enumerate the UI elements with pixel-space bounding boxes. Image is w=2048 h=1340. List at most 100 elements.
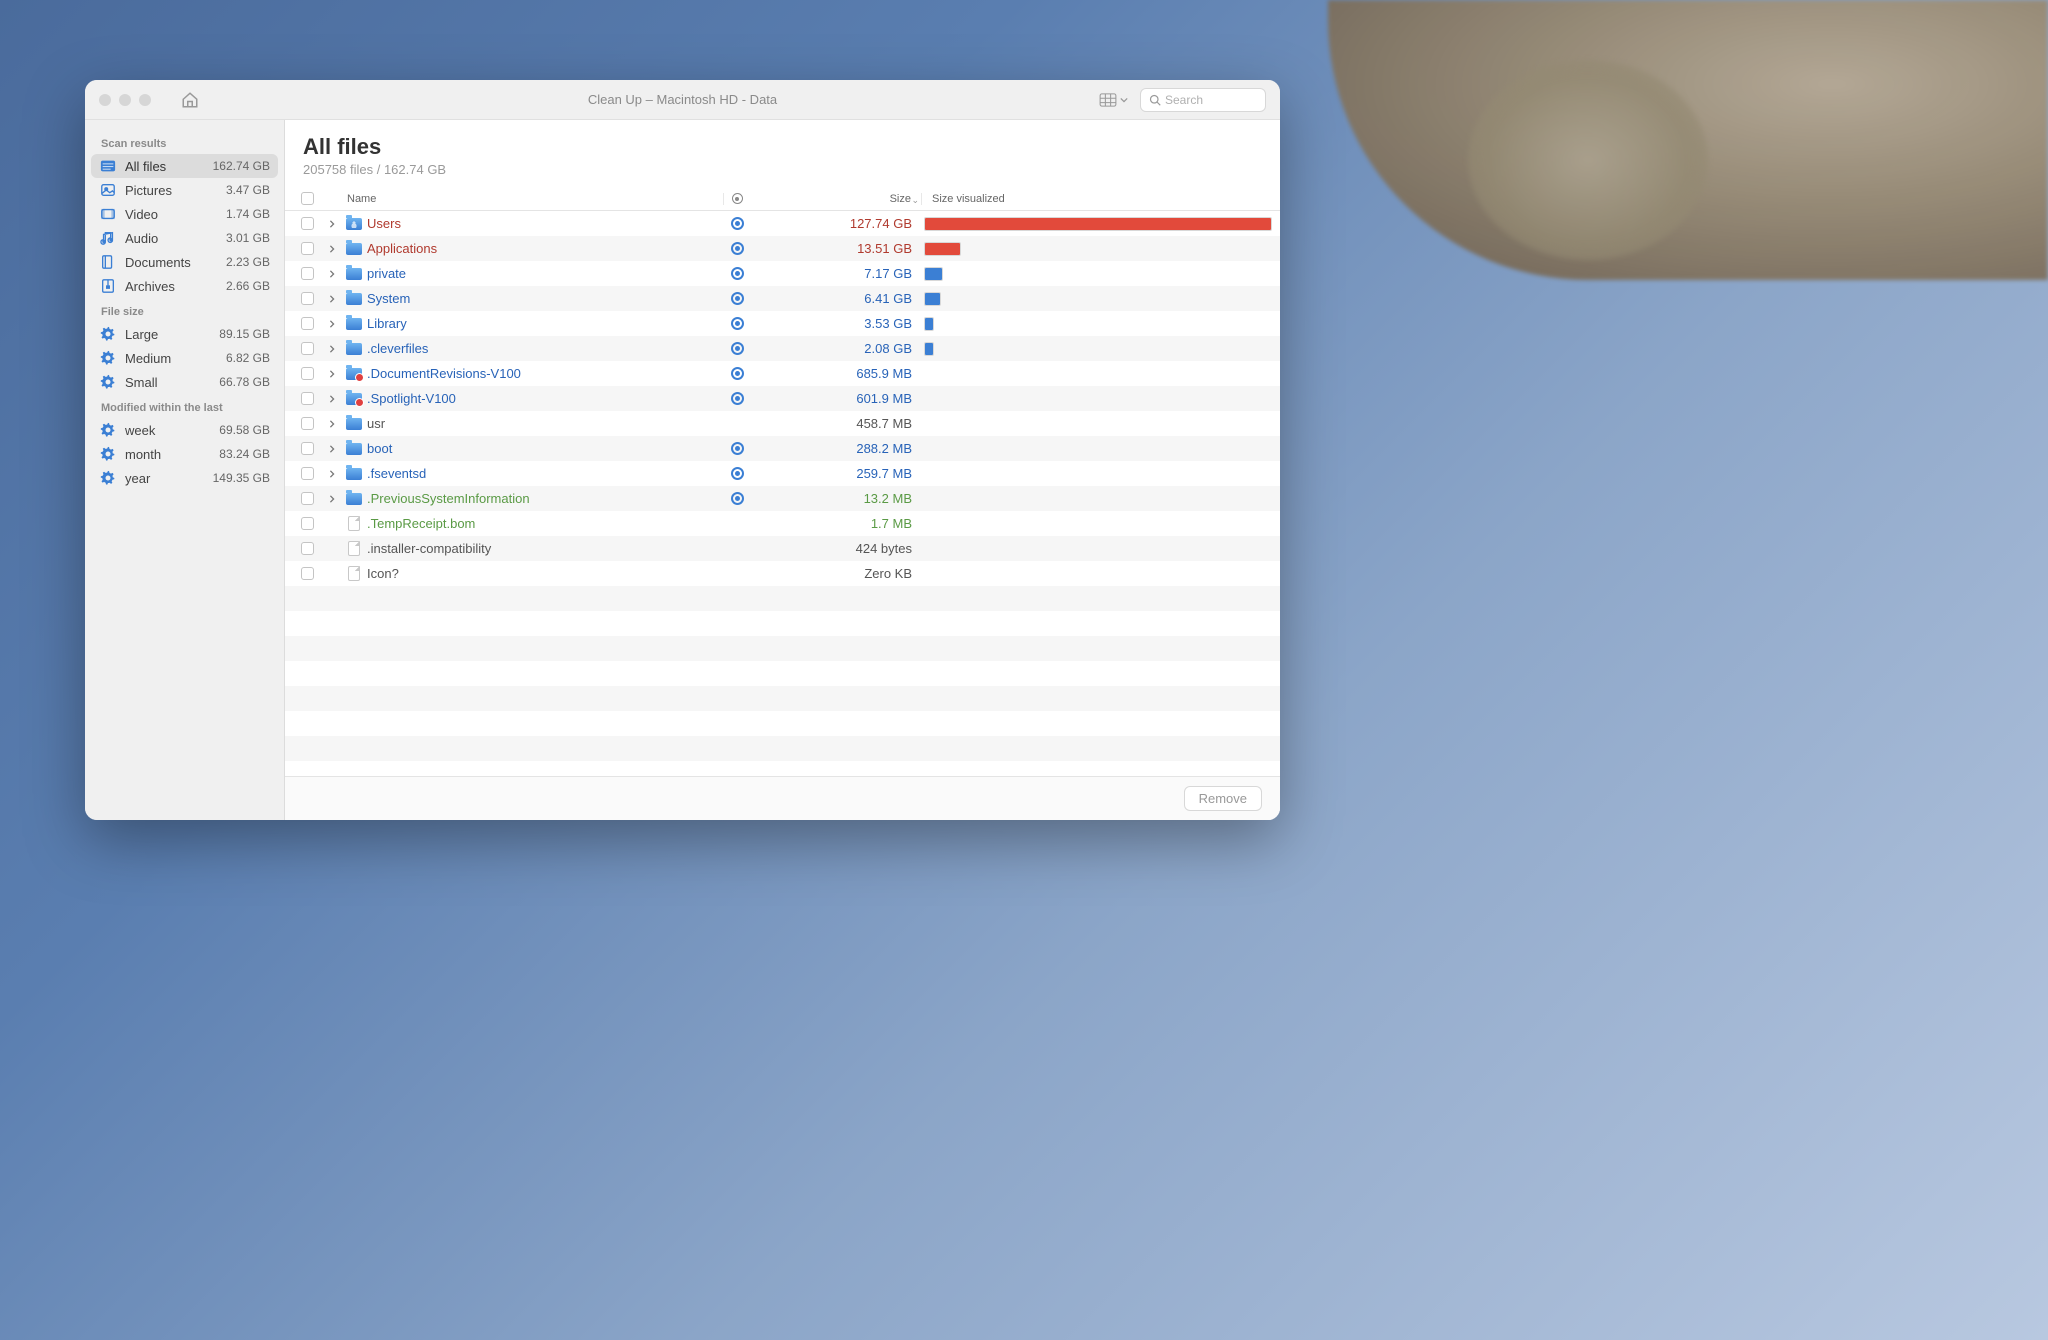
view-options-button[interactable] [1098,89,1128,111]
scan-indicator-icon[interactable] [731,342,744,355]
row-checkbox[interactable] [301,267,314,280]
row-size-visualized [922,292,1272,306]
table-row[interactable]: Users127.74 GB [285,211,1280,236]
sidebar-item-label: Video [125,207,226,222]
table-row[interactable]: Library3.53 GB [285,311,1280,336]
table-row-empty [285,711,1280,736]
sidebar-item-small[interactable]: Small66.78 GB [85,370,284,394]
table-row[interactable]: boot288.2 MB [285,436,1280,461]
row-size-visualized [922,267,1272,281]
table-row[interactable]: .Spotlight-V100601.9 MB [285,386,1280,411]
sidebar-item-video[interactable]: Video1.74 GB [85,202,284,226]
row-checkbox[interactable] [301,467,314,480]
table-row[interactable]: Icon?Zero KB [285,561,1280,586]
expand-toggle[interactable] [321,420,343,428]
scan-indicator-icon[interactable] [731,392,744,405]
sidebar-item-pictures[interactable]: Pictures3.47 GB [85,178,284,202]
sidebar-section-header: Scan results [85,130,284,154]
minimize-window-button[interactable] [119,94,131,106]
home-button[interactable] [179,89,201,111]
close-window-button[interactable] [99,94,111,106]
search-field[interactable] [1140,88,1266,112]
expand-toggle[interactable] [321,495,343,503]
row-size-visualized [922,217,1272,231]
row-checkbox[interactable] [301,567,314,580]
size-bar [924,242,961,256]
row-checkbox[interactable] [301,417,314,430]
scan-indicator-icon[interactable] [731,317,744,330]
expand-toggle[interactable] [321,245,343,253]
table-row[interactable]: private7.17 GB [285,261,1280,286]
table-row[interactable]: System6.41 GB [285,286,1280,311]
column-size[interactable]: Size⌄ [750,193,922,205]
size-bar [924,342,934,356]
expand-toggle[interactable] [321,445,343,453]
row-checkbox[interactable] [301,492,314,505]
expand-toggle[interactable] [321,320,343,328]
row-checkbox[interactable] [301,367,314,380]
scan-indicator-icon[interactable] [731,267,744,280]
select-all-checkbox[interactable] [301,192,314,205]
expand-toggle[interactable] [321,270,343,278]
expand-toggle[interactable] [321,295,343,303]
row-name: .Spotlight-V100 [365,391,724,406]
table-row[interactable]: Applications13.51 GB [285,236,1280,261]
table-row[interactable]: .TempReceipt.bom1.7 MB [285,511,1280,536]
table-row[interactable]: .DocumentRevisions-V100685.9 MB [285,361,1280,386]
expand-toggle[interactable] [321,220,343,228]
table-row[interactable]: .PreviousSystemInformation13.2 MB [285,486,1280,511]
scan-indicator-icon[interactable] [731,467,744,480]
column-name[interactable]: Name [343,193,724,205]
table-row[interactable]: .cleverfiles2.08 GB [285,336,1280,361]
sidebar-item-archives[interactable]: Archives2.66 GB [85,274,284,298]
scan-indicator-icon[interactable] [731,367,744,380]
sidebar-item-large[interactable]: Large89.15 GB [85,322,284,346]
remove-button[interactable]: Remove [1184,786,1262,811]
zoom-window-button[interactable] [139,94,151,106]
expand-toggle[interactable] [321,395,343,403]
chevron-right-icon [328,270,336,278]
row-checkbox[interactable] [301,217,314,230]
expand-toggle[interactable] [321,345,343,353]
sidebar-item-week[interactable]: week69.58 GB [85,418,284,442]
row-checkbox[interactable] [301,392,314,405]
row-name: System [365,291,724,306]
search-icon [1149,94,1161,106]
sidebar-item-label: Large [125,327,219,342]
search-input[interactable] [1165,93,1255,107]
row-checkbox[interactable] [301,542,314,555]
sidebar-item-month[interactable]: month83.24 GB [85,442,284,466]
column-scan[interactable] [724,193,750,204]
row-checkbox[interactable] [301,442,314,455]
row-checkbox[interactable] [301,317,314,330]
scan-indicator-icon[interactable] [731,442,744,455]
table-row[interactable]: .fseventsd259.7 MB [285,461,1280,486]
row-checkbox[interactable] [301,517,314,530]
main-header: All files 205758 files / 162.74 GB [285,120,1280,187]
chevron-right-icon [328,220,336,228]
row-name: usr [365,416,724,431]
row-size: 3.53 GB [750,316,922,331]
sidebar-item-all-files[interactable]: All files162.74 GB [91,154,278,178]
column-size-visualized[interactable]: Size visualized [922,193,1272,205]
scan-indicator-icon[interactable] [731,292,744,305]
sidebar-item-documents[interactable]: Documents2.23 GB [85,250,284,274]
table-row[interactable]: usr458.7 MB [285,411,1280,436]
chevron-right-icon [328,245,336,253]
row-checkbox[interactable] [301,292,314,305]
scan-indicator-icon[interactable] [731,242,744,255]
row-checkbox[interactable] [301,242,314,255]
row-size: 259.7 MB [750,466,922,481]
sidebar-item-year[interactable]: year149.35 GB [85,466,284,490]
row-size: 685.9 MB [750,366,922,381]
expand-toggle[interactable] [321,370,343,378]
sidebar-item-medium[interactable]: Medium6.82 GB [85,346,284,370]
sidebar-item-audio[interactable]: Audio3.01 GB [85,226,284,250]
expand-toggle[interactable] [321,470,343,478]
row-name: .TempReceipt.bom [365,516,724,531]
scan-indicator-icon[interactable] [731,217,744,230]
folder-icon [346,443,362,455]
table-row[interactable]: .installer-compatibility424 bytes [285,536,1280,561]
scan-indicator-icon[interactable] [731,492,744,505]
row-checkbox[interactable] [301,342,314,355]
